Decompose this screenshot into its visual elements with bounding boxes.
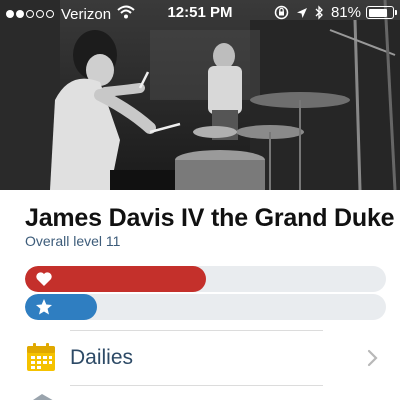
experience-bar xyxy=(25,294,386,320)
status-bar: Verizon 12:51 PM 81% xyxy=(0,0,400,28)
experience-bar-fill xyxy=(25,294,98,320)
profile-name: James Davis IV the Grand Duke xyxy=(25,204,395,232)
battery-level-fill xyxy=(368,8,388,17)
star-icon xyxy=(36,299,52,315)
calendar-icon xyxy=(27,343,55,371)
location-arrow-icon xyxy=(296,7,308,19)
drummer-photo xyxy=(0,0,400,190)
profile-header-photo xyxy=(0,0,400,190)
menu-divider xyxy=(70,330,323,331)
menu-divider xyxy=(70,385,323,386)
chevron-right-icon xyxy=(367,349,378,367)
health-bar xyxy=(25,266,386,292)
battery-percentage: 81% xyxy=(330,4,361,21)
menu-item-label: Dailies xyxy=(70,346,134,369)
menu-item-dailies[interactable]: Dailies xyxy=(0,332,400,384)
status-bar-right: 81% xyxy=(267,4,397,21)
profile-level: Overall level 11 xyxy=(25,233,121,249)
battery-icon xyxy=(366,6,397,19)
bluetooth-icon xyxy=(315,5,324,20)
health-bar-fill xyxy=(25,266,206,292)
partial-menu-icon xyxy=(33,394,53,400)
heart-icon xyxy=(36,272,52,286)
orientation-lock-icon xyxy=(274,5,289,20)
